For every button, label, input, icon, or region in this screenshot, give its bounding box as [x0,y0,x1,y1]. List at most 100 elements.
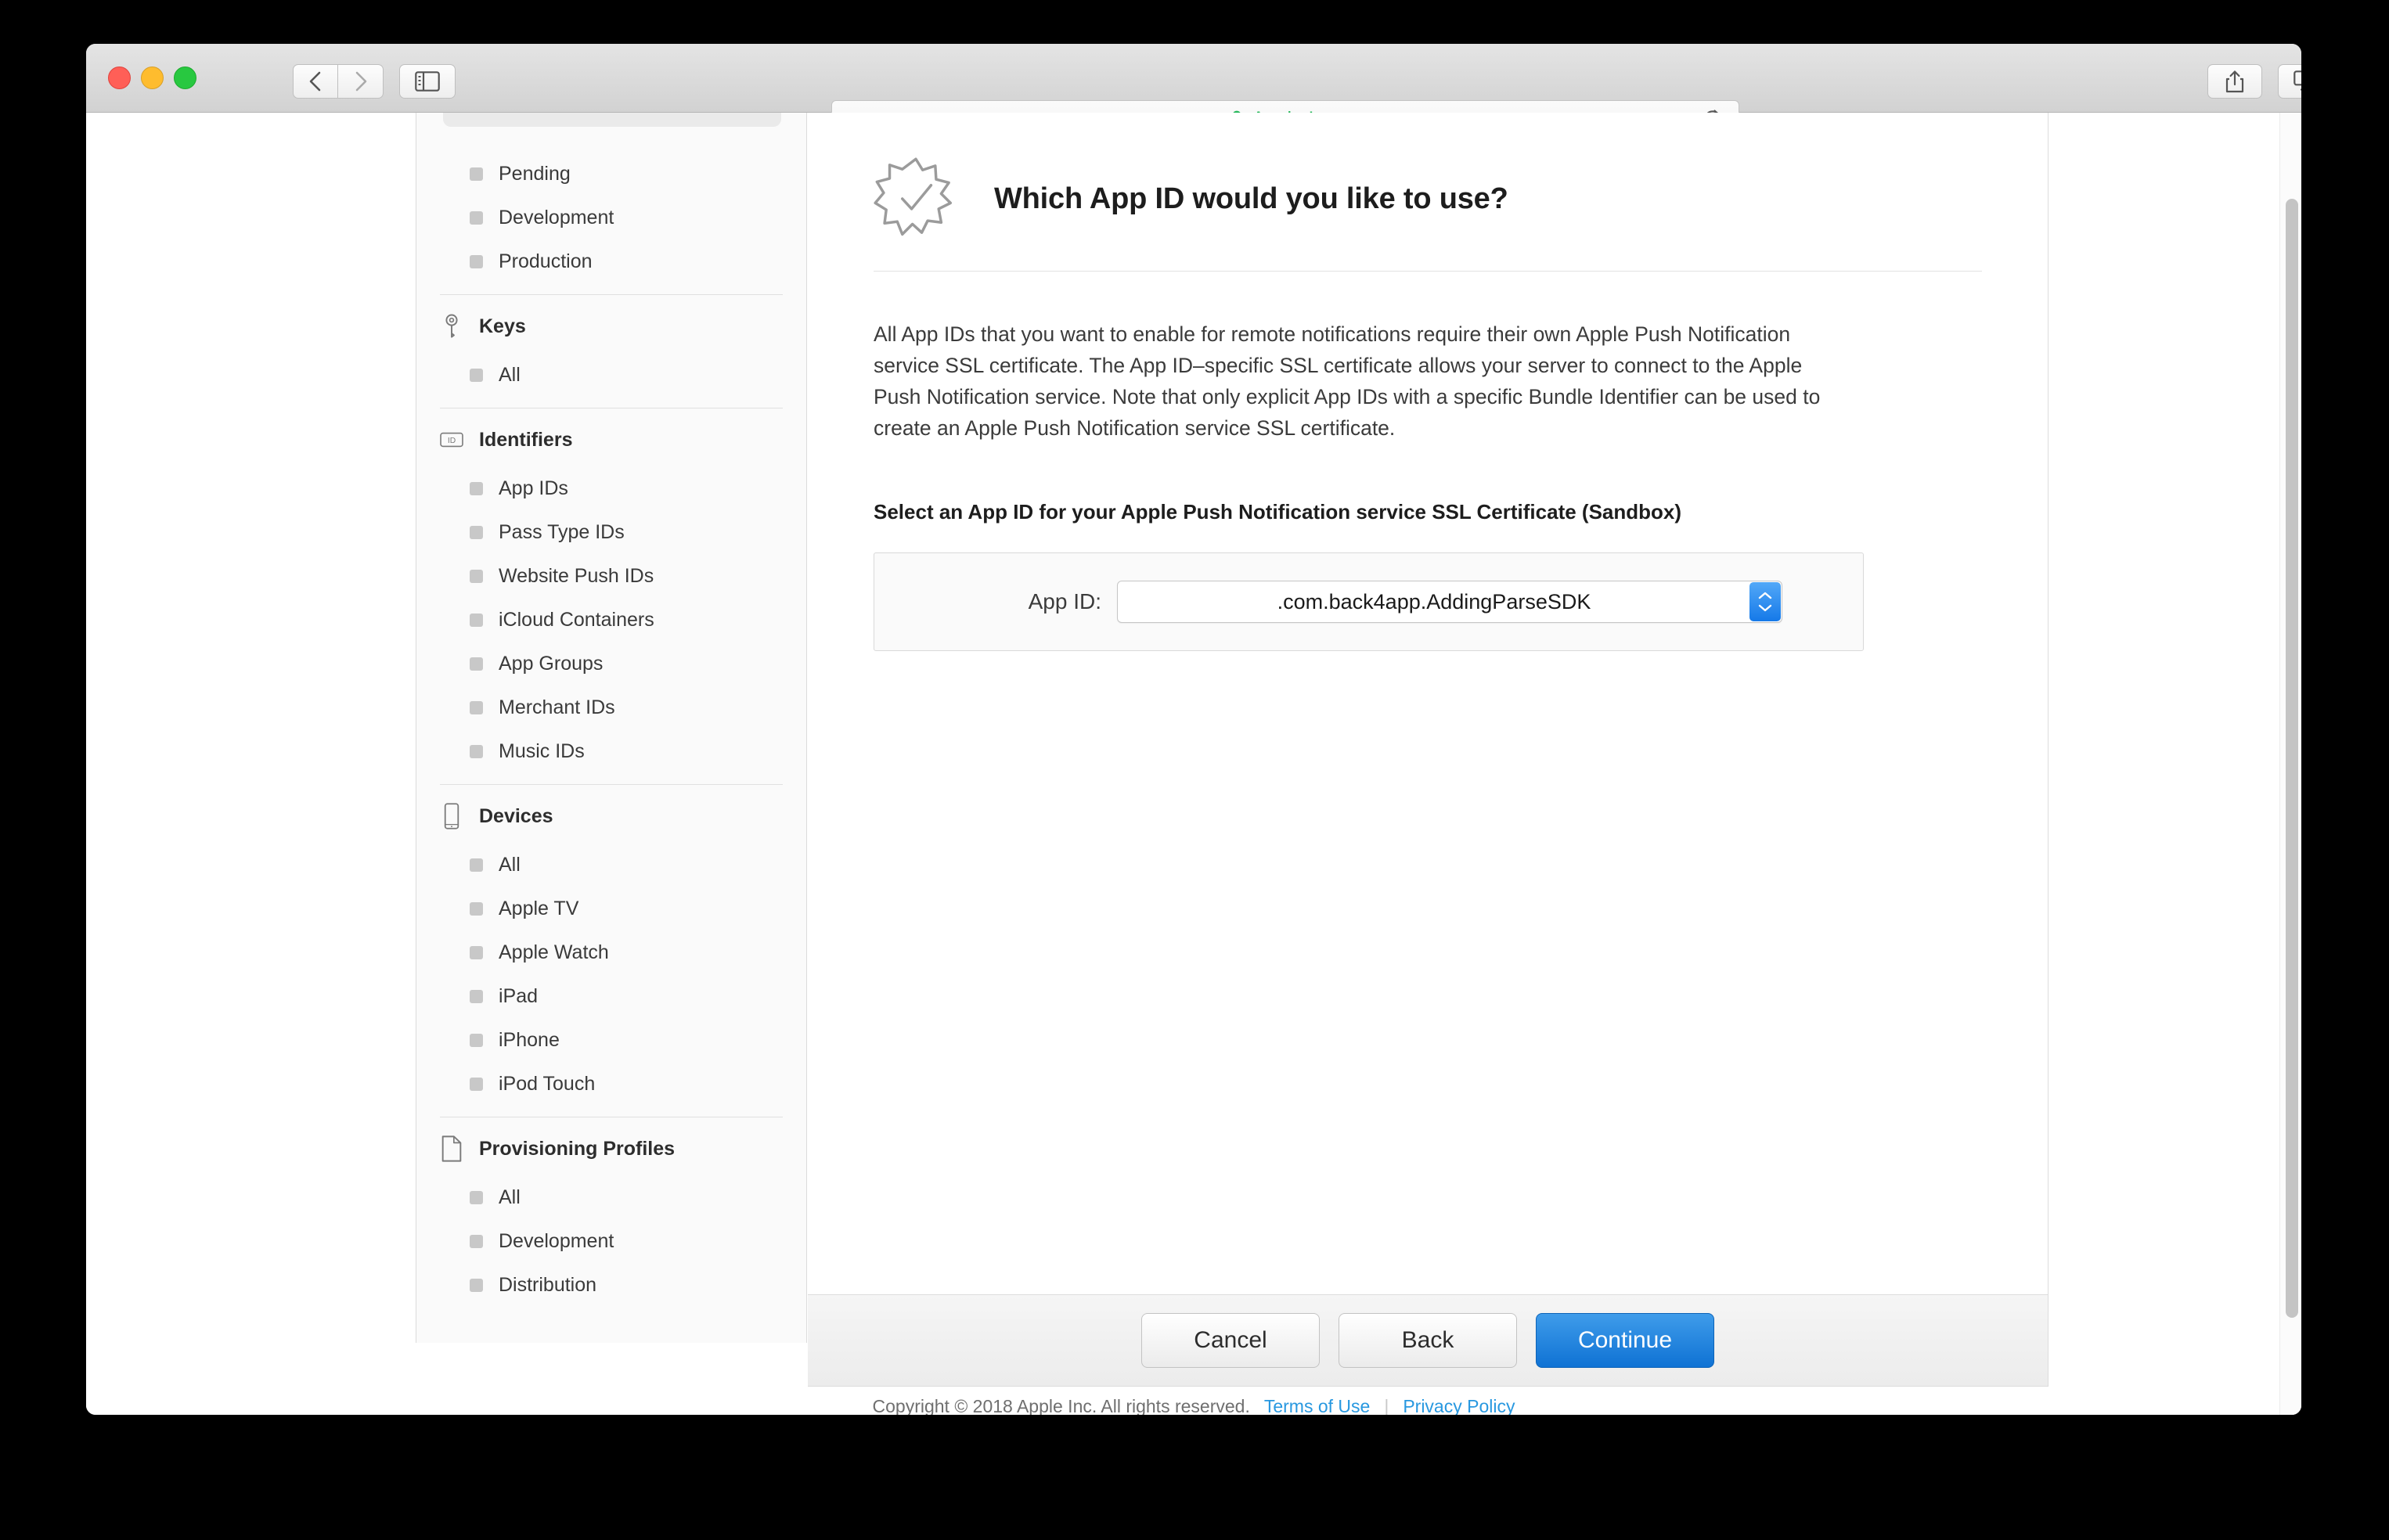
maximize-window-button[interactable] [174,67,196,89]
sidebar-item-pass-type-ids[interactable]: Pass Type IDs [416,510,806,554]
sidebar-item-merchant-ids[interactable]: Merchant IDs [416,685,806,729]
sidebar-item-icloud-containers[interactable]: iCloud Containers [416,598,806,642]
chevron-up-icon [1758,592,1772,599]
sidebar-item-profiles-distribution[interactable]: Distribution [416,1263,806,1307]
sidebar-item-profiles-development[interactable]: Development [416,1219,806,1263]
sidebar-item-label: All [499,853,521,876]
appid-stepper[interactable] [1749,582,1781,621]
certificate-seal-check-icon [874,157,953,236]
bullet-icon [470,1278,483,1292]
bullet-icon [470,210,483,225]
sidebar-item-pending[interactable]: Pending [416,152,806,196]
back-button[interactable] [293,64,338,99]
share-icon [2225,70,2244,93]
footer-separator: | [1384,1396,1389,1415]
document-icon [441,1135,462,1162]
sidebar-header-label: Keys [479,315,526,337]
share-button[interactable] [2207,64,2262,99]
appid-form-box: App ID: .com.back4app.AddingParseSDK [874,552,1864,651]
sidebar-toggle-button[interactable] [399,64,456,99]
minimize-window-button[interactable] [141,67,164,89]
appid-select[interactable]: .com.back4app.AddingParseSDK [1117,581,1782,623]
sidebar-item-label: Merchant IDs [499,696,615,718]
sidebar-group-provisioning-profiles: Provisioning Profiles All Development Di… [416,1122,806,1307]
page-scrollbar[interactable] [2279,113,2301,1415]
copyright-footer: Copyright © 2018 Apple Inc. All rights r… [86,1396,2301,1415]
terms-of-use-link[interactable]: Terms of Use [1264,1396,1370,1415]
browser-toolbar: Apple Inc. + [86,44,2301,138]
page-scrollbar-thumb[interactable] [2286,199,2298,1318]
sidebar-header-identifiers[interactable]: ID Identifiers [416,413,806,466]
sidebar-item-keys-all[interactable]: All [416,353,806,397]
tab-overview-button[interactable] [2278,64,2301,99]
sidebar-item-label: Website Push IDs [499,564,654,587]
cancel-button[interactable]: Cancel [1141,1313,1320,1368]
sidebar-selected-item-partial[interactable] [443,113,781,127]
sidebar-item-label: App IDs [499,477,568,499]
close-window-button[interactable] [108,67,131,89]
sidebar-header-keys[interactable]: Keys [416,300,806,353]
bullet-icon [470,945,483,959]
sidebar-group-devices: Devices All Apple TV Apple Watch iPad iP… [416,790,806,1106]
sidebar-item-label: iPad [499,984,539,1007]
sidebar-item-devices-all[interactable]: All [416,843,806,887]
bullet-icon [470,700,483,714]
sidebar-icon [415,71,440,92]
key-icon [445,314,458,338]
sidebar-divider [440,294,783,295]
sidebar-item-label: Development [499,206,614,228]
sidebar-item-label: All [499,363,521,386]
sidebar-item-label: Apple Watch [499,941,609,963]
sidebar-item-apple-tv[interactable]: Apple TV [416,887,806,930]
sidebar: Pending Development Production Keys All … [416,113,807,1343]
bullet-icon [470,254,483,268]
select-heading: Select an App ID for your Apple Push Not… [874,500,1682,524]
bullet-icon [470,901,483,916]
sidebar-group-certificates: Pending Development Production [416,152,806,283]
tabs-icon [2294,70,2301,91]
sidebar-item-iphone[interactable]: iPhone [416,1018,806,1062]
bullet-icon [470,657,483,671]
sidebar-header-provisioning-profiles[interactable]: Provisioning Profiles [416,1122,806,1175]
privacy-policy-link[interactable]: Privacy Policy [1403,1396,1515,1415]
sidebar-item-profiles-all[interactable]: All [416,1175,806,1219]
chevron-left-icon [309,71,321,92]
sidebar-item-label: Pending [499,162,571,185]
sidebar-item-app-ids[interactable]: App IDs [416,466,806,510]
sidebar-item-label: App Groups [499,652,604,675]
header-divider [874,271,1982,272]
back-dialog-button[interactable]: Back [1339,1313,1517,1368]
sidebar-item-ipod-touch[interactable]: iPod Touch [416,1062,806,1106]
bullet-icon [470,1077,483,1091]
sidebar-item-label: Distribution [499,1273,597,1296]
forward-button[interactable] [338,64,384,99]
sidebar-item-development[interactable]: Development [416,196,806,239]
sidebar-header-label: Provisioning Profiles [479,1137,676,1160]
sidebar-item-website-push-ids[interactable]: Website Push IDs [416,554,806,598]
sidebar-item-music-ids[interactable]: Music IDs [416,729,806,773]
content-header: Which App ID would you like to use? [874,144,1982,254]
sidebar-item-apple-watch[interactable]: Apple Watch [416,930,806,974]
sidebar-item-label: All [499,1186,521,1208]
continue-button[interactable]: Continue [1536,1313,1714,1368]
sidebar-item-ipad[interactable]: iPad [416,974,806,1018]
appid-selected-value: .com.back4app.AddingParseSDK [1277,589,1591,613]
sidebar-item-label: iPhone [499,1028,560,1051]
bullet-icon [470,744,483,758]
sidebar-item-production[interactable]: Production [416,239,806,283]
dialog-button-bar: Cancel Back Continue [808,1294,2048,1387]
browser-window: Apple Inc. + [86,44,2301,1415]
sidebar-item-label: Production [499,250,593,272]
sidebar-item-label: iCloud Containers [499,608,654,631]
bullet-icon [470,167,483,181]
sidebar-header-label: Devices [479,804,553,827]
sidebar-header-devices[interactable]: Devices [416,790,806,843]
sidebar-item-app-groups[interactable]: App Groups [416,642,806,685]
chevron-right-icon [355,71,366,92]
bullet-icon [470,1033,483,1047]
id-icon: ID [440,432,463,448]
sidebar-header-label: Identifiers [479,428,573,451]
sidebar-group-identifiers: ID Identifiers App IDs Pass Type IDs Web… [416,413,806,773]
bullet-icon [470,1234,483,1248]
sidebar-group-keys: Keys All [416,300,806,397]
